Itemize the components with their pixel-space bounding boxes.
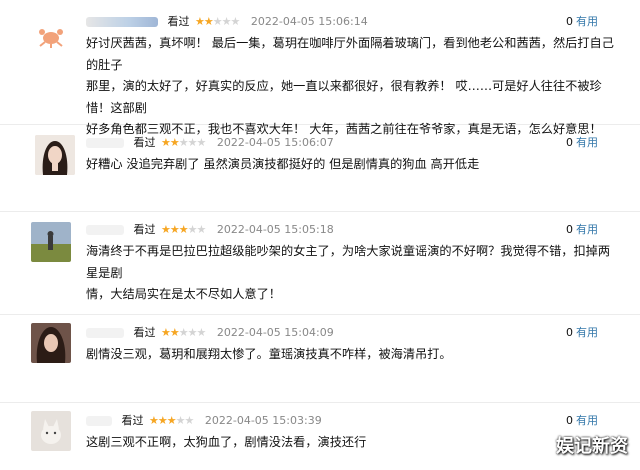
portrait-avatar-icon [35, 135, 75, 175]
star-empty-icon: ★ [178, 136, 189, 149]
timestamp: 2022-04-05 15:06:07 [216, 136, 334, 149]
vote-area: 0 有用 [566, 14, 598, 30]
useful-button[interactable]: 有用 [576, 223, 598, 236]
star-empty-icon: ★ [175, 414, 186, 427]
vote-count: 0 [566, 223, 573, 236]
star-rating: ★★★★★ [195, 15, 241, 28]
star-empty-icon: ★ [221, 15, 232, 28]
username-blurred[interactable] [86, 328, 124, 338]
vote-count: 0 [566, 326, 573, 339]
review-item: 看过 ★★★★★ 2022-04-05 15:05:18 0 有用 海清终于不再是… [0, 212, 640, 315]
crab-avatar-icon [39, 29, 63, 48]
review-meta: 看过 ★★★★★ 2022-04-05 15:04:09 [86, 325, 334, 341]
star-empty-icon: ★ [212, 15, 223, 28]
star-rating: ★★★★★ [161, 136, 207, 149]
review-item: 看过 ★★★★★ 2022-04-05 15:06:14 0 有用 好讨厌茜茜，真… [0, 0, 640, 136]
watch-status: 看过 [121, 414, 144, 427]
star-filled-icon: ★ [169, 136, 180, 149]
timestamp: 2022-04-05 15:04:09 [216, 326, 334, 339]
review-meta: 看过 ★★★★★ 2022-04-05 15:06:14 [86, 14, 368, 30]
star-rating: ★★★★★ [161, 223, 207, 236]
timestamp: 2022-04-05 15:06:14 [250, 15, 368, 28]
timestamp: 2022-04-05 15:05:18 [216, 223, 334, 236]
watch-status: 看过 [133, 223, 156, 236]
watch-status: 看过 [133, 136, 156, 149]
watermark-text: 娱记新资 [556, 436, 628, 457]
star-rating: ★★★★★ [149, 414, 195, 427]
star-filled-icon: ★ [166, 414, 177, 427]
cat-avatar-icon [31, 411, 71, 451]
star-empty-icon: ★ [230, 15, 241, 28]
star-empty-icon: ★ [178, 326, 189, 339]
avatar[interactable] [31, 222, 71, 262]
review-content: 海清终于不再是巴拉巴拉超级能吵架的女主了，为啥大家说童谣演的不好啊？我觉得不错，… [86, 244, 611, 301]
review-item: 看过 ★★★★★ 2022-04-05 15:04:09 0 有用 剧情没三观，葛… [0, 315, 640, 403]
username-blurred[interactable] [86, 138, 124, 148]
useful-button[interactable]: 有用 [576, 414, 598, 427]
vote-area: 0 有用 [566, 222, 598, 238]
star-filled-icon: ★ [149, 414, 159, 427]
username-blurred[interactable] [86, 225, 124, 235]
star-filled-icon: ★ [161, 326, 171, 339]
vote-area: 0 有用 [566, 325, 598, 341]
star-empty-icon: ★ [187, 223, 198, 236]
avatar[interactable] [31, 323, 71, 363]
star-empty-icon: ★ [196, 326, 207, 339]
star-filled-icon: ★ [169, 223, 180, 236]
vote-count: 0 [566, 136, 573, 149]
username-blurred[interactable] [86, 17, 158, 27]
star-filled-icon: ★ [195, 15, 205, 28]
watch-status: 看过 [133, 326, 156, 339]
star-empty-icon: ★ [196, 223, 207, 236]
review-list: 看过 ★★★★★ 2022-04-05 15:06:14 0 有用 好讨厌茜茜，真… [0, 0, 640, 470]
star-empty-icon: ★ [187, 136, 198, 149]
useful-button[interactable]: 有用 [576, 136, 598, 149]
star-filled-icon: ★ [157, 414, 168, 427]
review-meta: 看过 ★★★★★ 2022-04-05 15:03:39 [86, 413, 322, 429]
star-filled-icon: ★ [178, 223, 189, 236]
vote-count: 0 [566, 414, 573, 427]
star-filled-icon: ★ [161, 223, 171, 236]
star-rating: ★★★★★ [161, 326, 207, 339]
review-content: 剧情没三观，葛玥和展翔太惨了。童瑶演技真不咋样，被海清吊打。 [86, 347, 452, 361]
landscape-avatar-icon [31, 222, 71, 262]
useful-button[interactable]: 有用 [576, 326, 598, 339]
vote-area: 0 有用 [566, 413, 598, 429]
review-content: 这剧三观不正啊，太狗血了，剧情没法看，演技还行 [86, 435, 367, 449]
review-meta: 看过 ★★★★★ 2022-04-05 15:06:07 [86, 135, 334, 151]
star-empty-icon: ★ [187, 326, 198, 339]
star-filled-icon: ★ [169, 326, 180, 339]
star-empty-icon: ★ [196, 136, 207, 149]
star-filled-icon: ★ [203, 15, 214, 28]
vote-area: 0 有用 [566, 135, 598, 151]
review-item: 看过 ★★★★★ 2022-04-05 15:03:39 0 有用 这剧三观不正啊… [0, 403, 640, 470]
timestamp: 2022-04-05 15:03:39 [204, 414, 322, 427]
watch-status: 看过 [167, 15, 190, 28]
avatar[interactable] [31, 16, 71, 56]
portrait-avatar-icon [31, 323, 71, 363]
review-meta: 看过 ★★★★★ 2022-04-05 15:05:18 [86, 222, 334, 238]
star-empty-icon: ★ [184, 414, 195, 427]
star-filled-icon: ★ [161, 136, 171, 149]
username-blurred[interactable] [86, 416, 112, 426]
review-content: 好糟心 没追完弃剧了 虽然演员演技都挺好的 但是剧情真的狗血 高开低走 [86, 157, 480, 171]
review-item: 看过 ★★★★★ 2022-04-05 15:06:07 0 有用 好糟心 没追完… [0, 125, 640, 212]
avatar[interactable] [35, 135, 75, 175]
vote-count: 0 [566, 15, 573, 28]
avatar[interactable] [31, 411, 71, 451]
useful-button[interactable]: 有用 [576, 15, 598, 28]
